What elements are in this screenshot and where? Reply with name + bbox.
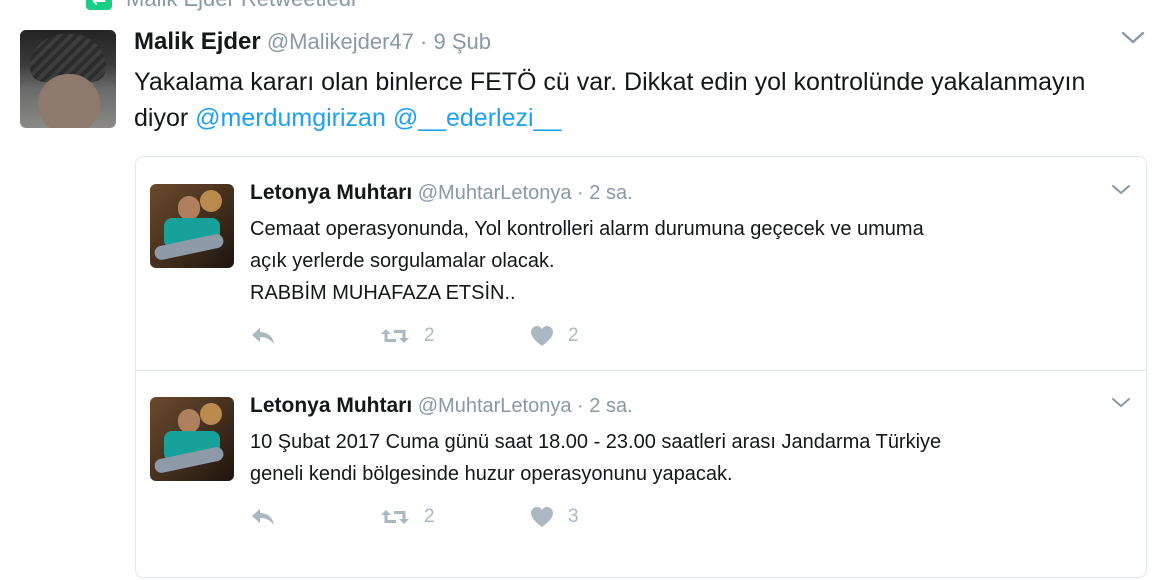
quoted-tweet-text: Cemaat operasyonunda, Yol kontrolleri al… bbox=[250, 213, 1120, 309]
mention-link[interactable]: @__ederlezi__ bbox=[393, 104, 562, 132]
tweet-header: Malik Ejder @Malikejder47 · 9 Şub bbox=[134, 28, 491, 56]
tweet-time[interactable]: 2 sa. bbox=[589, 182, 632, 204]
quoted-tweet-header: Letonya Muhtarı @MuhtarLetonya · 2 sa. bbox=[250, 181, 633, 205]
author-name[interactable]: Letonya Muhtarı bbox=[250, 394, 412, 417]
retweet-context-text: Malik Ejder Retweetledi bbox=[126, 0, 356, 12]
author-handle[interactable]: @MuhtarLetonya bbox=[418, 182, 572, 204]
retweet-count: 2 bbox=[424, 506, 435, 527]
tweet-text: Yakalama kararı olan binlerce FETÖ cü va… bbox=[134, 64, 1134, 136]
tweet-text-line: açık yerlerde sorgulamalar olacak. bbox=[250, 250, 555, 272]
tweet-time[interactable]: 9 Şub bbox=[433, 29, 491, 54]
author-handle[interactable]: @Malikejder47 bbox=[267, 29, 414, 54]
avatar-face bbox=[38, 74, 100, 128]
tweet-actions: 2 3 bbox=[250, 506, 650, 528]
heart-icon bbox=[530, 506, 554, 528]
separator-dot: · bbox=[577, 182, 584, 204]
chevron-down-icon[interactable] bbox=[1110, 396, 1132, 410]
tweet-time[interactable]: 2 sa. bbox=[589, 395, 632, 417]
quoted-tweet[interactable]: Letonya Muhtarı @MuhtarLetonya · 2 sa. 1… bbox=[136, 370, 1146, 580]
chevron-down-icon[interactable] bbox=[1110, 183, 1132, 197]
separator-dot: · bbox=[420, 29, 428, 54]
reply-button[interactable] bbox=[250, 326, 380, 346]
retweet-icon bbox=[380, 326, 410, 346]
reply-icon bbox=[250, 326, 276, 346]
avatar[interactable] bbox=[20, 30, 116, 128]
retweet-count: 2 bbox=[424, 325, 435, 346]
like-button[interactable]: 2 bbox=[530, 325, 650, 347]
tweet-text-line: 10 Şubat 2017 Cuma günü saat 18.00 - 23.… bbox=[250, 431, 942, 453]
like-button[interactable]: 3 bbox=[530, 506, 650, 528]
quoted-tweet-header: Letonya Muhtarı @MuhtarLetonya · 2 sa. bbox=[250, 394, 633, 418]
author-name[interactable]: Malik Ejder bbox=[134, 28, 261, 55]
tweet-actions: 2 2 bbox=[250, 325, 650, 347]
retweet-icon bbox=[380, 507, 410, 527]
heart-icon bbox=[530, 325, 554, 347]
avatar[interactable] bbox=[150, 397, 234, 481]
quoted-tweet[interactable]: Letonya Muhtarı @MuhtarLetonya · 2 sa. C… bbox=[136, 157, 1146, 371]
mention-link[interactable]: @merdumgirizan bbox=[195, 104, 386, 132]
author-name[interactable]: Letonya Muhtarı bbox=[250, 181, 412, 204]
retweet-context: ⇄ Malik Ejder Retweetledi bbox=[86, 0, 356, 12]
tweet-text-line: RABBİM MUHAFAZA ETSİN.. bbox=[250, 282, 516, 304]
tweet-text-line: geneli kendi bölgesinde huzur operasyonu… bbox=[250, 463, 733, 485]
avatar[interactable] bbox=[150, 184, 234, 268]
author-handle[interactable]: @MuhtarLetonya bbox=[418, 395, 572, 417]
quote-card[interactable]: Letonya Muhtarı @MuhtarLetonya · 2 sa. C… bbox=[135, 156, 1147, 578]
retweet-icon: ⇄ bbox=[86, 0, 112, 10]
tweet-text-line: Cemaat operasyonunda, Yol kontrolleri al… bbox=[250, 218, 924, 240]
like-count: 3 bbox=[568, 506, 579, 527]
reply-button[interactable] bbox=[250, 507, 380, 527]
chevron-down-icon[interactable] bbox=[1120, 30, 1146, 46]
separator-dot: · bbox=[577, 395, 584, 417]
retweet-button[interactable]: 2 bbox=[380, 325, 530, 347]
quoted-tweet-text: 10 Şubat 2017 Cuma günü saat 18.00 - 23.… bbox=[250, 426, 1120, 490]
like-count: 2 bbox=[568, 325, 579, 346]
retweet-button[interactable]: 2 bbox=[380, 506, 530, 528]
reply-icon bbox=[250, 507, 276, 527]
